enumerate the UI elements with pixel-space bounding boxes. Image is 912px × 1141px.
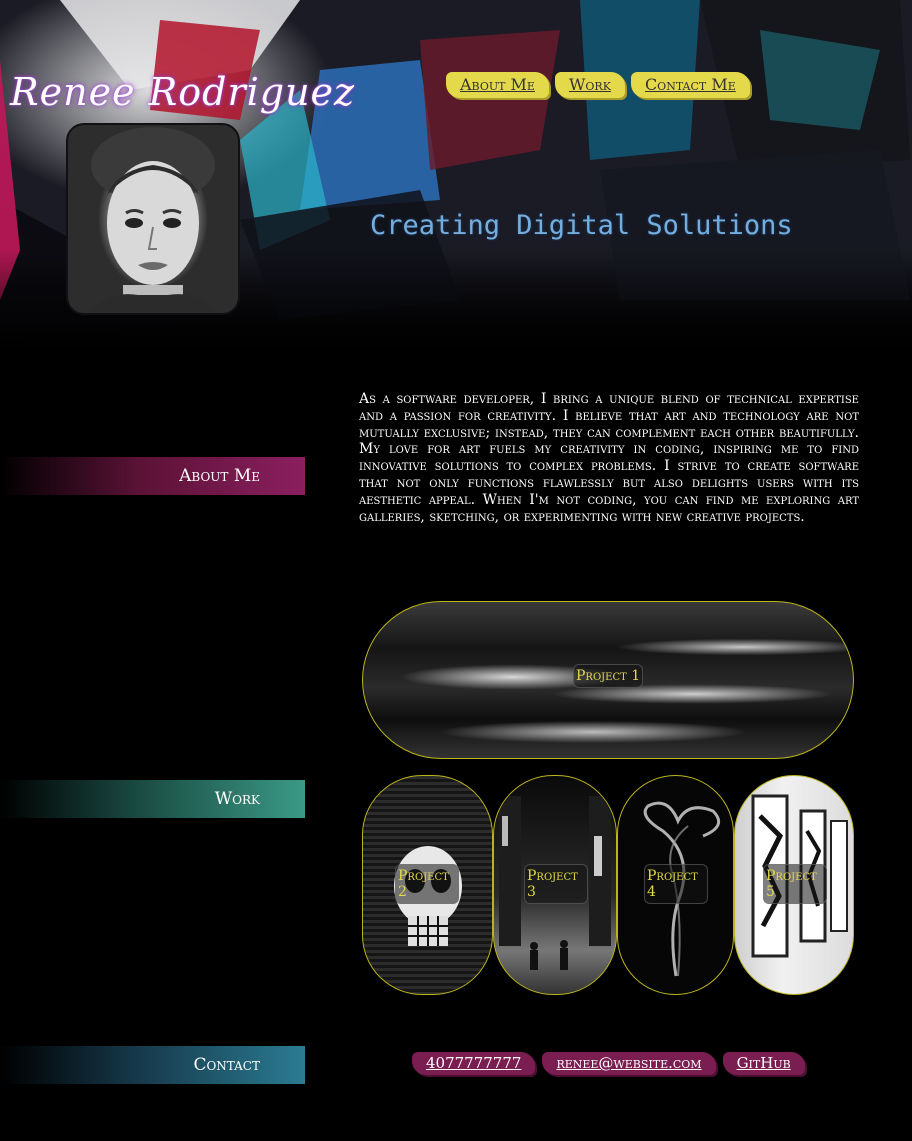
project-card-4[interactable]: Project 4 xyxy=(617,775,734,995)
email-link[interactable]: renee@website.com xyxy=(542,1052,716,1075)
about-paragraph: As a software developer, I bring a uniqu… xyxy=(359,391,859,525)
project-card-3[interactable]: Project 3 xyxy=(493,775,617,995)
top-nav: About Me Work Contact Me xyxy=(446,72,750,98)
project-label[interactable]: Project 2 xyxy=(395,864,459,904)
portrait-face xyxy=(88,127,218,313)
nav-about-me[interactable]: About Me xyxy=(446,72,549,98)
section-label-work: Work xyxy=(0,780,305,818)
project-label[interactable]: Project 3 xyxy=(524,864,588,904)
project-card-1[interactable]: Project 1 xyxy=(362,601,854,759)
profile-portrait xyxy=(66,123,240,315)
project-card-2[interactable]: Project 2 xyxy=(362,775,493,995)
nav-contact-me[interactable]: Contact Me xyxy=(630,72,750,98)
project-label[interactable]: Project 1 xyxy=(573,664,644,688)
project-label[interactable]: Project 5 xyxy=(763,864,827,904)
section-label-about: About Me xyxy=(0,457,305,495)
github-link[interactable]: GitHub xyxy=(722,1052,805,1075)
project-card-5[interactable]: Project 5 xyxy=(734,775,854,995)
brand-name: Renee Rodriguez xyxy=(10,70,356,114)
nav-work[interactable]: Work xyxy=(554,72,625,98)
tagline: Creating Digital Solutions xyxy=(370,210,793,241)
section-label-contact: Contact xyxy=(0,1046,305,1084)
contact-links: 4077777777 renee@website.com GitHub xyxy=(412,1052,805,1075)
project-label[interactable]: Project 4 xyxy=(644,864,708,904)
phone-link[interactable]: 4077777777 xyxy=(412,1052,536,1075)
